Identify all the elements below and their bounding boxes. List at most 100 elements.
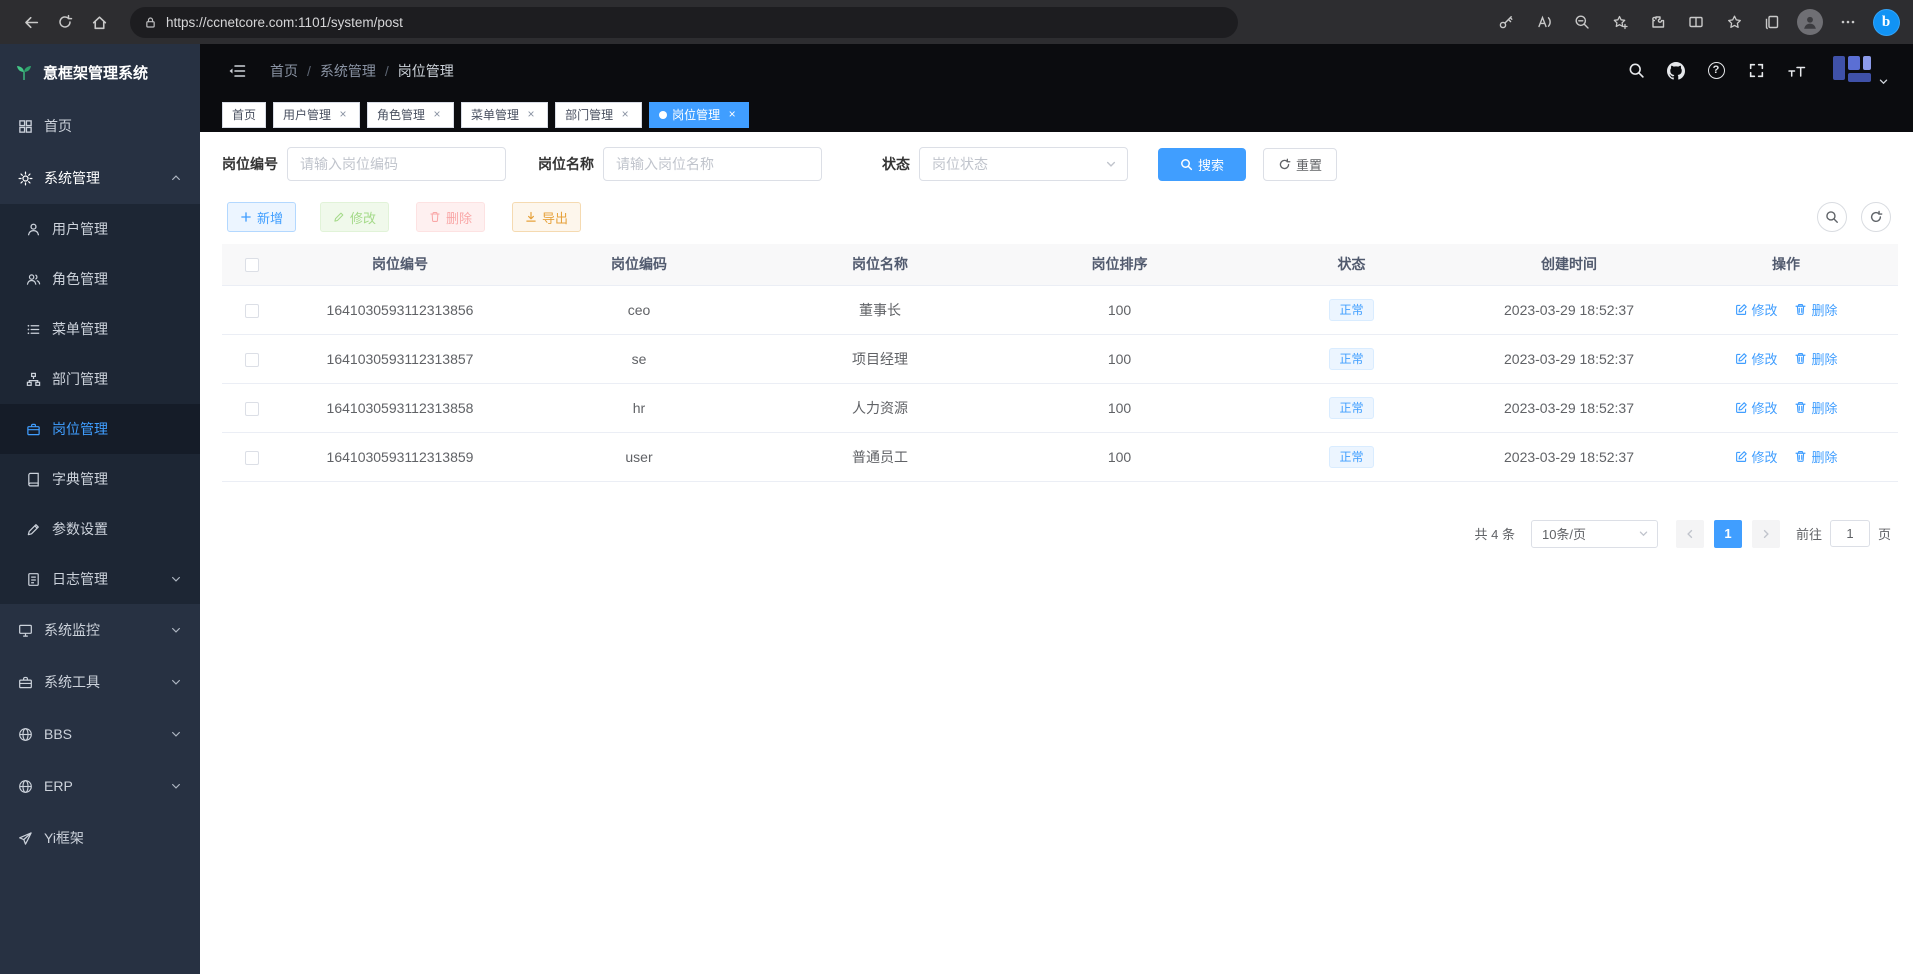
gear-icon	[18, 171, 33, 186]
sidebar-item-yi-framework[interactable]: Yi框架	[0, 812, 200, 864]
search-icon[interactable]	[1623, 58, 1649, 84]
close-icon[interactable]: ×	[336, 108, 350, 122]
tab-label: 首页	[232, 106, 256, 123]
sidebar-item-menus[interactable]: 菜单管理	[0, 304, 200, 354]
favorites-icon[interactable]	[1717, 6, 1751, 38]
tab-role-management[interactable]: 角色管理×	[367, 102, 454, 128]
edit-button[interactable]: 修改	[320, 202, 389, 232]
tab-menu-management[interactable]: 菜单管理×	[461, 102, 548, 128]
add-button[interactable]: 新增	[227, 202, 296, 232]
row-edit-link[interactable]: 修改	[1735, 398, 1778, 417]
back-button[interactable]	[14, 6, 48, 38]
tab-user-management[interactable]: 用户管理×	[273, 102, 360, 128]
delete-button[interactable]: 删除	[416, 202, 485, 232]
tab-home[interactable]: 首页	[222, 102, 266, 128]
address-bar[interactable]: https://ccnetcore.com:1101/system/post	[130, 7, 1238, 38]
row-delete-link[interactable]: 删除	[1794, 447, 1837, 466]
refresh-button[interactable]	[48, 6, 82, 38]
breadcrumb-item[interactable]: 系统管理	[320, 61, 376, 81]
sidebar-item-label: 系统管理	[44, 168, 100, 188]
row-delete-link[interactable]: 删除	[1794, 300, 1837, 319]
row-edit-link[interactable]: 修改	[1735, 300, 1778, 319]
refresh-table-button[interactable]	[1861, 202, 1891, 232]
app-logo[interactable]: 意框架管理系统	[0, 44, 200, 100]
post-name-input[interactable]	[603, 147, 822, 181]
post-code-input[interactable]	[287, 147, 506, 181]
table-row[interactable]: 1641030593112313856 ceo 董事长 100 正常 2023-…	[222, 285, 1898, 334]
sidebar-item-departments[interactable]: 部门管理	[0, 354, 200, 404]
brand-logo[interactable]	[1829, 54, 1889, 87]
zoom-out-icon[interactable]	[1565, 6, 1599, 38]
goto-page-input[interactable]	[1830, 520, 1870, 547]
table-row[interactable]: 1641030593112313859 user 普通员工 100 正常 202…	[222, 432, 1898, 481]
row-edit-link[interactable]: 修改	[1735, 349, 1778, 368]
row-edit-link[interactable]: 修改	[1735, 447, 1778, 466]
page-size-select[interactable]: 10条/页	[1531, 520, 1658, 548]
select-all-checkbox[interactable]	[245, 258, 259, 272]
sidebar-item-roles[interactable]: 角色管理	[0, 254, 200, 304]
close-icon[interactable]: ×	[725, 108, 739, 122]
add-button-label: 新增	[257, 208, 283, 227]
sidebar-item-tools[interactable]: 系统工具	[0, 656, 200, 708]
plus-icon	[240, 211, 252, 223]
tab-post-management[interactable]: 岗位管理×	[649, 102, 749, 128]
font-size-icon[interactable]	[1783, 58, 1809, 84]
search-button-label: 搜索	[1198, 155, 1224, 174]
reset-button-label: 重置	[1296, 155, 1322, 174]
sidebar-item-home[interactable]: 首页	[0, 100, 200, 152]
breadcrumb-item[interactable]: 首页	[270, 61, 298, 81]
collapse-sidebar-button[interactable]	[224, 58, 250, 84]
tab-label: 部门管理	[565, 106, 613, 123]
row-checkbox[interactable]	[245, 304, 259, 318]
delete-button-label: 删除	[446, 208, 472, 227]
row-checkbox[interactable]	[245, 402, 259, 416]
sidebar-item-parameters[interactable]: 参数设置	[0, 504, 200, 554]
sidebar-item-logs[interactable]: 日志管理	[0, 554, 200, 604]
password-key-icon[interactable]	[1489, 6, 1523, 38]
table-row[interactable]: 1641030593112313857 se 项目经理 100 正常 2023-…	[222, 334, 1898, 383]
help-icon[interactable]: ?	[1703, 58, 1729, 84]
sidebar-item-bbs[interactable]: BBS	[0, 708, 200, 760]
status-select[interactable]: 岗位状态	[919, 147, 1128, 181]
row-checkbox[interactable]	[245, 353, 259, 367]
prev-page-button[interactable]	[1676, 520, 1704, 548]
sidebar-item-posts[interactable]: 岗位管理	[0, 404, 200, 454]
sidebar-item-users[interactable]: 用户管理	[0, 204, 200, 254]
sidebar-item-system[interactable]: 系统管理	[0, 152, 200, 204]
sidebar-item-monitor[interactable]: 系统监控	[0, 604, 200, 656]
close-icon[interactable]: ×	[524, 108, 538, 122]
row-delete-link[interactable]: 删除	[1794, 349, 1837, 368]
more-menu-icon[interactable]	[1831, 6, 1865, 38]
reset-button[interactable]: 重置	[1263, 148, 1337, 181]
toggle-search-button[interactable]	[1817, 202, 1847, 232]
bing-copilot-button[interactable]: b	[1869, 6, 1903, 38]
extensions-icon[interactable]	[1641, 6, 1675, 38]
sidebar-item-dictionary[interactable]: 字典管理	[0, 454, 200, 504]
column-header: 创建时间	[1464, 244, 1674, 285]
collections-icon[interactable]	[1755, 6, 1789, 38]
profile-avatar[interactable]	[1793, 6, 1827, 38]
github-icon[interactable]	[1663, 58, 1689, 84]
row-edit-label: 修改	[1752, 300, 1778, 319]
tab-dept-management[interactable]: 部门管理 ×	[555, 102, 642, 128]
split-screen-icon[interactable]	[1679, 6, 1713, 38]
table-row[interactable]: 1641030593112313858 hr 人力资源 100 正常 2023-…	[222, 383, 1898, 432]
chevron-down-icon	[1638, 528, 1649, 539]
search-button[interactable]: 搜索	[1158, 148, 1246, 181]
close-icon[interactable]: ×	[618, 108, 632, 122]
row-checkbox[interactable]	[245, 451, 259, 465]
row-delete-link[interactable]: 删除	[1794, 398, 1837, 417]
sidebar-item-erp[interactable]: ERP	[0, 760, 200, 812]
fullscreen-icon[interactable]	[1743, 58, 1769, 84]
read-aloud-icon[interactable]	[1527, 6, 1561, 38]
page-number-button[interactable]: 1	[1714, 520, 1742, 548]
favorites-add-icon[interactable]	[1603, 6, 1637, 38]
close-icon[interactable]: ×	[430, 108, 444, 122]
chevron-down-icon	[1878, 76, 1889, 87]
sidebar-item-label: 系统工具	[44, 672, 100, 692]
home-button[interactable]	[82, 6, 116, 38]
trash-icon	[1794, 450, 1807, 463]
export-button[interactable]: 导出	[512, 202, 581, 232]
app-title: 意框架管理系统	[43, 62, 148, 83]
next-page-button[interactable]	[1752, 520, 1780, 548]
